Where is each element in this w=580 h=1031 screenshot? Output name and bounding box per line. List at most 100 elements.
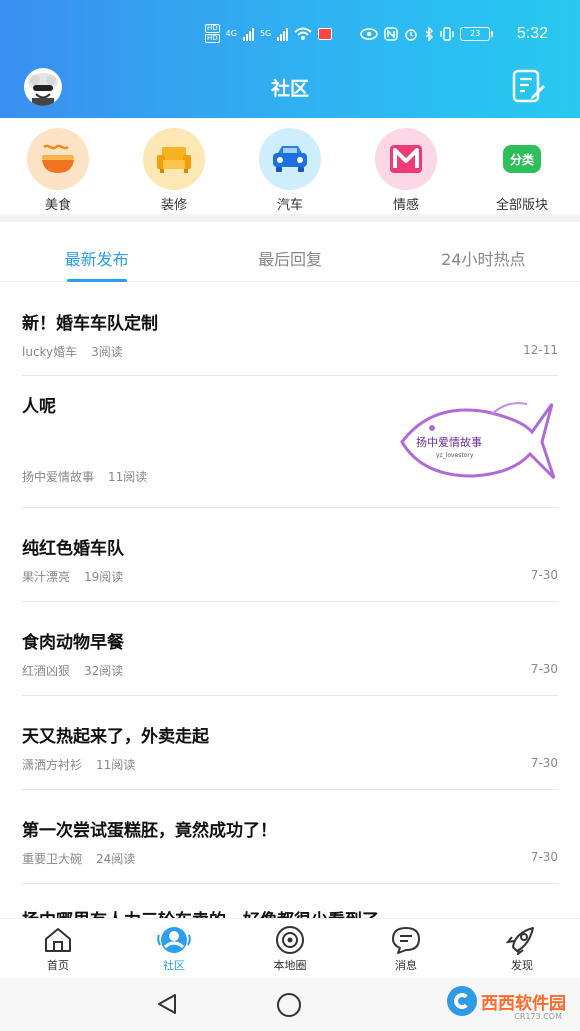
nfc-icon <box>384 26 398 41</box>
back-icon[interactable] <box>155 992 179 1016</box>
post-meta: 红酒凶狠 32阅读 <box>22 662 123 679</box>
post-item[interactable]: 天又热起来了，外卖走起 潇洒方衬衫 11阅读 7-30 <box>22 696 558 790</box>
nav-discover[interactable]: 发现 <box>464 919 580 978</box>
post-title: 人呢 <box>22 397 56 417</box>
message-icon <box>389 925 423 955</box>
category-badge: 分类 <box>503 145 541 173</box>
post-date: 7-30 <box>530 662 558 676</box>
category-decoration[interactable]: 装修 <box>116 118 232 214</box>
compose-icon <box>512 69 545 103</box>
clock: 5:32 <box>516 25 548 42</box>
nav-label: 社区 <box>163 959 185 972</box>
post-meta: 潇洒方衬衫 11阅读 <box>22 756 135 773</box>
post-reads: 32阅读 <box>84 664 124 678</box>
page-title: 社区 <box>270 78 309 100</box>
bluetooth-icon <box>425 26 434 41</box>
hd-badge: HD <box>205 24 220 33</box>
post-item[interactable]: 新！婚车车队定制 lucky婚车 3阅读 12-11 <box>22 283 558 376</box>
battery-icon: 23 <box>460 26 494 41</box>
nav-home[interactable]: 首页 <box>0 919 116 978</box>
home-circle-icon[interactable] <box>276 992 302 1018</box>
post-date: 12-11 <box>523 343 558 357</box>
category-all[interactable]: 分类 全部版块 <box>464 118 580 214</box>
post-meta: 扬中爱情故事 11阅读 <box>22 468 147 485</box>
post-item[interactable]: 食肉动物早餐 红酒凶狠 32阅读 7-30 <box>22 602 558 696</box>
active-tab-indicator <box>66 279 127 282</box>
watermark-text: 西西软件园 <box>481 993 566 1014</box>
home-icon <box>41 925 75 955</box>
compose-post-button[interactable] <box>510 68 546 104</box>
post-item[interactable]: 纯红色婚车队 果汁漂亮 19阅读 7-30 <box>22 508 558 602</box>
tab-label: 最新发布 <box>64 250 129 269</box>
category-label: 全部版块 <box>495 198 548 213</box>
post-meta: 重要卫大碗 24阅读 <box>22 850 135 867</box>
post-title: 第一次尝试蛋糕胚，竟然成功了！ <box>22 821 277 841</box>
post-item[interactable]: 人呢 扬中爱情故事 11阅读 扬中爱情故事 yz_lovestory <box>22 376 558 508</box>
watermark-logo-icon <box>447 986 477 1016</box>
post-item[interactable]: 第一次尝试蛋糕胚，竟然成功了！ 重要卫大碗 24阅读 7-30 <box>22 790 558 884</box>
signal-icon-2 <box>277 27 289 41</box>
nav-label: 发现 <box>511 959 533 972</box>
post-reads: 24阅读 <box>96 852 136 866</box>
post-title: 新！婚车车队定制 <box>22 314 158 334</box>
notification-icon <box>318 27 333 40</box>
heart-m-icon <box>375 128 437 190</box>
category-label: 情感 <box>392 198 419 213</box>
category-label: 美食 <box>44 198 71 213</box>
category-label: 装修 <box>160 198 187 213</box>
post-reads: 11阅读 <box>108 470 148 484</box>
nav-community[interactable]: 社区 <box>116 919 232 978</box>
sofa-icon <box>143 128 205 190</box>
post-author: 果汁漂亮 <box>22 570 71 584</box>
tab-label: 最后回复 <box>257 250 322 269</box>
category-food[interactable]: 美食 <box>0 118 116 214</box>
post-date: 7-30 <box>530 568 558 582</box>
post-author: 红酒凶狠 <box>22 664 71 678</box>
post-meta: 果汁漂亮 19阅读 <box>22 568 123 585</box>
status-bar: HD HD 4G 5G 23 5:32 <box>0 20 580 50</box>
category-car[interactable]: 汽车 <box>232 118 348 214</box>
category-row: 美食 装修 汽车 情感 分类 全部版块 <box>0 118 580 214</box>
watermark-subtext: CR173.COM <box>514 1012 562 1021</box>
post-title: 扬中哪里有人力三轮车卖的，好像都很少看到了 <box>22 906 379 918</box>
tab-24h-hot[interactable]: 24小时热点 <box>387 230 580 281</box>
noodle-bowl-icon <box>27 128 89 190</box>
category-icon: 分类 <box>491 128 553 190</box>
watermark: 西西软件园 CR173.COM <box>447 986 566 1021</box>
post-thumbnail[interactable]: 扬中爱情故事 yz_lovestory <box>392 392 558 494</box>
post-author: 潇洒方衬衫 <box>22 758 83 772</box>
car-icon <box>259 128 321 190</box>
network-5g-label: 5G <box>259 29 272 38</box>
tab-latest[interactable]: 最新发布 <box>0 230 193 282</box>
category-emotion[interactable]: 情感 <box>348 118 464 214</box>
nav-local-circle[interactable]: 本地圈 <box>232 919 348 978</box>
post-reads: 11阅读 <box>96 758 136 772</box>
nav-label: 消息 <box>395 959 417 972</box>
nav-label: 首页 <box>47 959 69 972</box>
post-author: 重要卫大碗 <box>22 852 83 866</box>
feed-tabs: 最新发布 最后回复 24小时热点 <box>0 230 580 282</box>
rocket-icon <box>505 925 539 955</box>
community-icon <box>157 925 191 955</box>
vibrate-icon <box>440 26 454 41</box>
post-meta: lucky婚车 3阅读 <box>22 343 123 360</box>
alarm-icon <box>405 28 417 41</box>
post-date: 7-30 <box>530 850 558 864</box>
thumbnail-subtitle: yz_lovestory <box>436 452 474 459</box>
nav-messages[interactable]: 消息 <box>348 919 464 978</box>
post-author: 扬中爱情故事 <box>22 470 95 484</box>
local-circle-icon <box>273 925 307 955</box>
post-date: 7-30 <box>530 756 558 770</box>
signal-icon <box>242 27 254 41</box>
wifi-icon <box>294 27 312 40</box>
post-title: 天又热起来了，外卖走起 <box>22 727 209 747</box>
category-label: 汽车 <box>276 198 303 213</box>
nav-label: 本地圈 <box>273 959 307 972</box>
tab-last-reply[interactable]: 最后回复 <box>193 230 386 281</box>
post-title: 食肉动物早餐 <box>22 633 124 653</box>
post-item[interactable]: 扬中哪里有人力三轮车卖的，好像都很少看到了 <box>22 884 558 918</box>
eye-icon <box>360 27 379 40</box>
app-header: HD HD 4G 5G 23 5:32 社区 <box>0 0 580 118</box>
post-reads: 19阅读 <box>84 570 124 584</box>
section-divider <box>0 214 580 222</box>
